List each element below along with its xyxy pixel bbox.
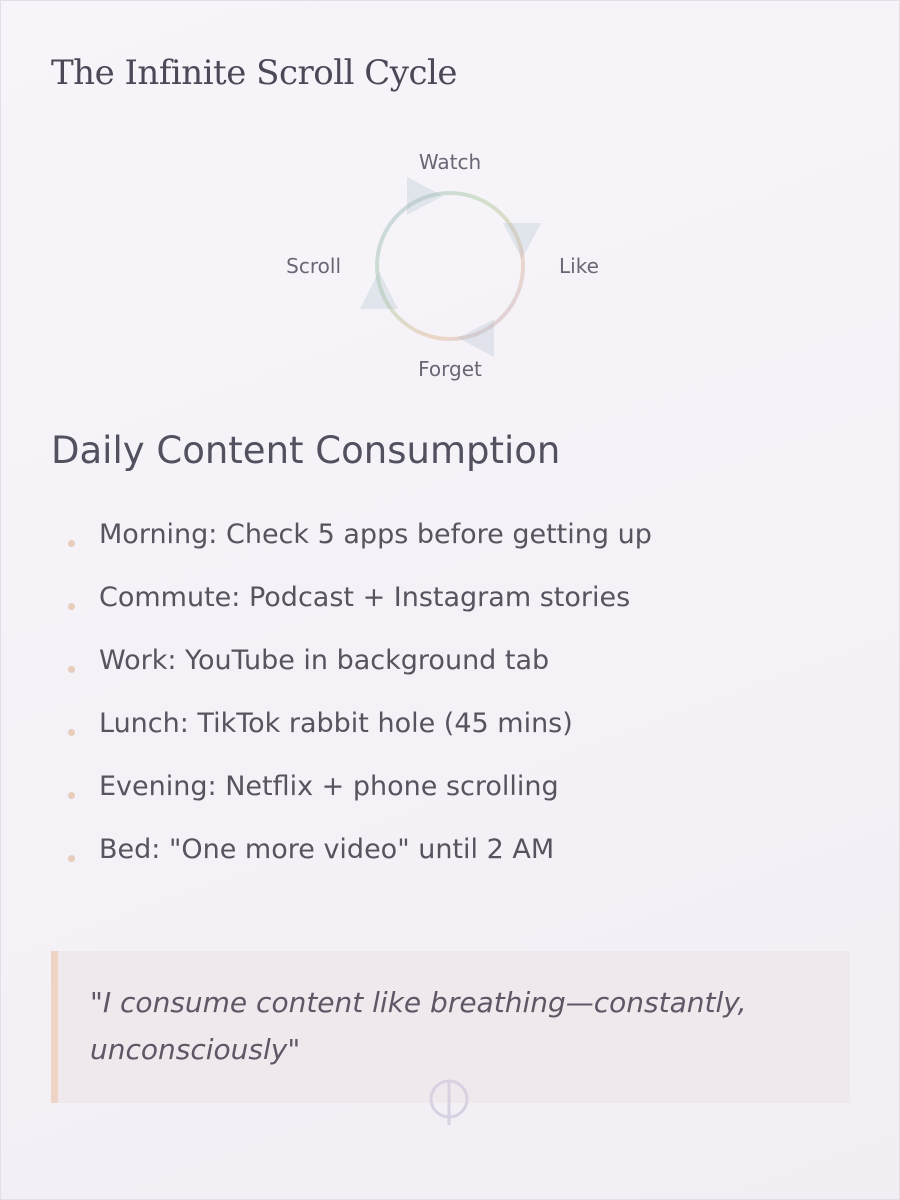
cycle-label-watch: Watch (419, 150, 481, 174)
arrow-watch-icon (407, 177, 443, 215)
list-item: Work: YouTube in background tab (51, 633, 652, 696)
list-item-text: Lunch: TikTok rabbit hole (45 mins) (99, 708, 573, 739)
list-item-text: Evening: Netflix + phone scrolling (99, 771, 559, 802)
bullet-icon (68, 603, 75, 610)
watermark-logo-icon (429, 1079, 469, 1125)
cycle-label-like: Like (559, 254, 599, 278)
bullet-icon (68, 729, 75, 736)
cycle-arrows (360, 177, 541, 357)
arrow-like-icon (503, 223, 541, 259)
arrow-scroll-icon (360, 271, 398, 309)
list-item: Lunch: TikTok rabbit hole (45 mins) (51, 696, 652, 759)
cycle-diagram: Watch Like Forget Scroll (286, 150, 599, 381)
quote-text: "I consume content like breathing—consta… (90, 986, 747, 1066)
bullet-icon (68, 540, 75, 547)
bullet-icon (68, 855, 75, 862)
list-item: Bed: "One more video" until 2 AM (51, 822, 652, 885)
cycle-ring (375, 191, 525, 341)
cycle-label-forget: Forget (418, 357, 482, 381)
consumption-list: Morning: Check 5 apps before getting up … (51, 507, 652, 885)
bullet-icon (68, 666, 75, 673)
arrow-forget-icon (458, 319, 494, 357)
list-item: Commute: Podcast + Instagram stories (51, 570, 652, 633)
list-item: Evening: Netflix + phone scrolling (51, 759, 652, 822)
section-heading: Daily Content Consumption (51, 429, 561, 472)
page: The Infinite Scroll Cycle Watch Like For… (0, 0, 900, 1200)
list-item: Morning: Check 5 apps before getting up (51, 507, 652, 570)
list-item-text: Commute: Podcast + Instagram stories (99, 582, 631, 613)
list-item-text: Morning: Check 5 apps before getting up (99, 519, 652, 550)
list-item-text: Work: YouTube in background tab (99, 645, 550, 676)
list-item-text: Bed: "One more video" until 2 AM (99, 834, 555, 865)
cycle-label-scroll: Scroll (286, 254, 341, 278)
bullet-icon (68, 792, 75, 799)
